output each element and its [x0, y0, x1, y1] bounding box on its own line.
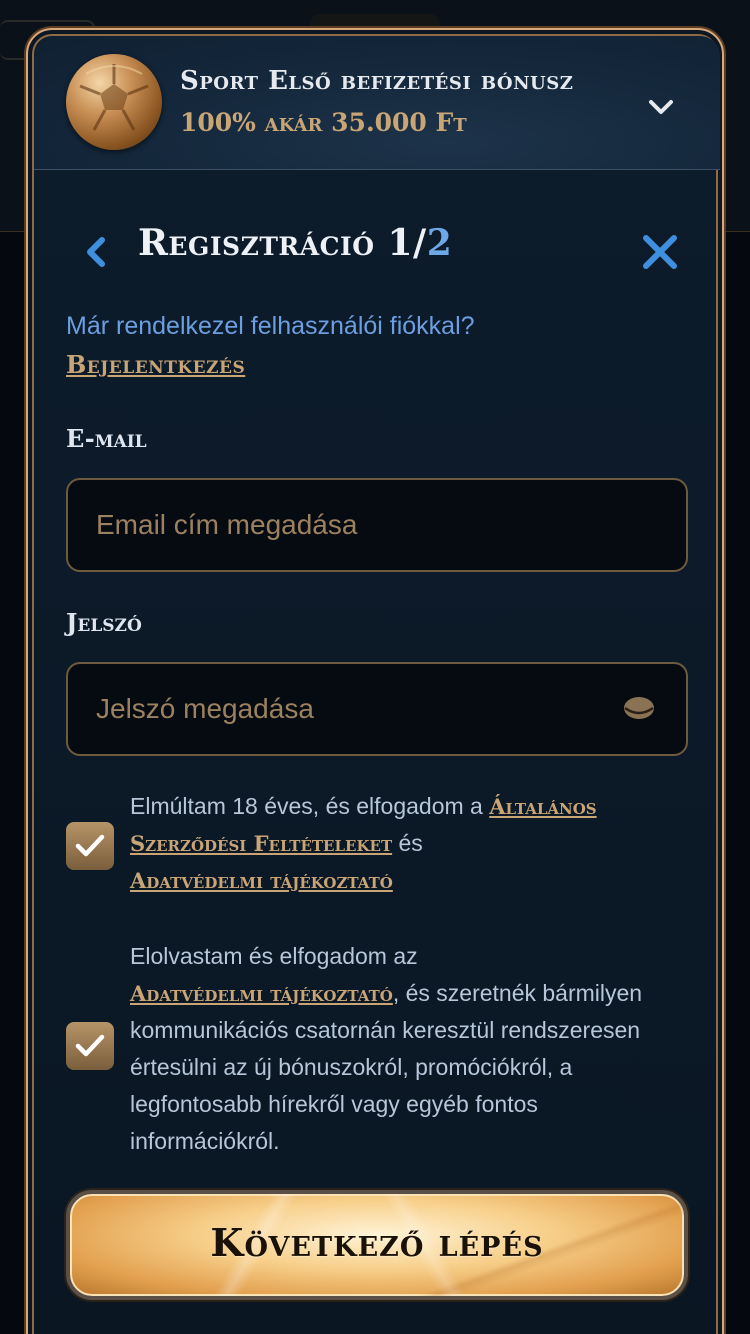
next-step-label: Következő lépés [210, 1220, 544, 1265]
marketing-text-before: Elolvastam és elfogadom az [130, 943, 418, 969]
terms-consent-text: Elmúltam 18 éves, és elfogadom a Általán… [130, 788, 690, 899]
checkmark-icon [75, 834, 105, 857]
registration-header: Regisztráció 1/2 [28, 220, 722, 280]
terms-text-before: Elmúltam 18 éves, és elfogadom a [130, 793, 490, 819]
next-step-button[interactable]: Következő lépés [66, 1190, 688, 1300]
privacy-link[interactable]: Adatvédelmi tájékoztató [130, 868, 393, 893]
password-label: Jelszó [66, 608, 142, 637]
privacy-link-marketing[interactable]: Adatvédelmi tájékoztató [130, 981, 393, 1006]
login-link[interactable]: Bejelentkezés [66, 350, 245, 379]
marketing-text-after: , és szeretnék bármilyen kommunikációs c… [130, 980, 643, 1154]
close-icon[interactable] [640, 232, 680, 272]
eye-icon[interactable] [622, 694, 656, 722]
marketing-checkbox[interactable] [66, 1022, 114, 1070]
page-title: Regisztráció 1/2 [138, 222, 452, 264]
password-field[interactable] [66, 662, 688, 756]
bonus-selector[interactable]: Sport Első befizetési bónusz 100% akár 3… [34, 36, 720, 170]
football-icon [66, 54, 162, 150]
email-field[interactable] [66, 478, 688, 572]
chevron-down-icon[interactable] [646, 92, 676, 122]
page-title-main: Regisztráció 1/ [138, 222, 427, 264]
email-label: E-mail [66, 424, 147, 453]
terms-text-mid: és [392, 830, 423, 856]
chevron-left-icon[interactable] [78, 232, 114, 272]
registration-modal: Sport Első befizetési bónusz 100% akár 3… [26, 28, 724, 1334]
bonus-subtitle: 100% akár 35.000 Ft [180, 108, 467, 137]
bonus-title: Sport Első befizetési bónusz [180, 66, 574, 96]
login-prompt: Már rendelkezel felhasználói fiókkal? [66, 312, 475, 340]
marketing-consent-text: Elolvastam és elfogadom az Adatvédelmi t… [130, 938, 690, 1160]
checkmark-icon [75, 1034, 105, 1057]
page-title-step: 2 [426, 222, 453, 264]
terms-checkbox[interactable] [66, 822, 114, 870]
